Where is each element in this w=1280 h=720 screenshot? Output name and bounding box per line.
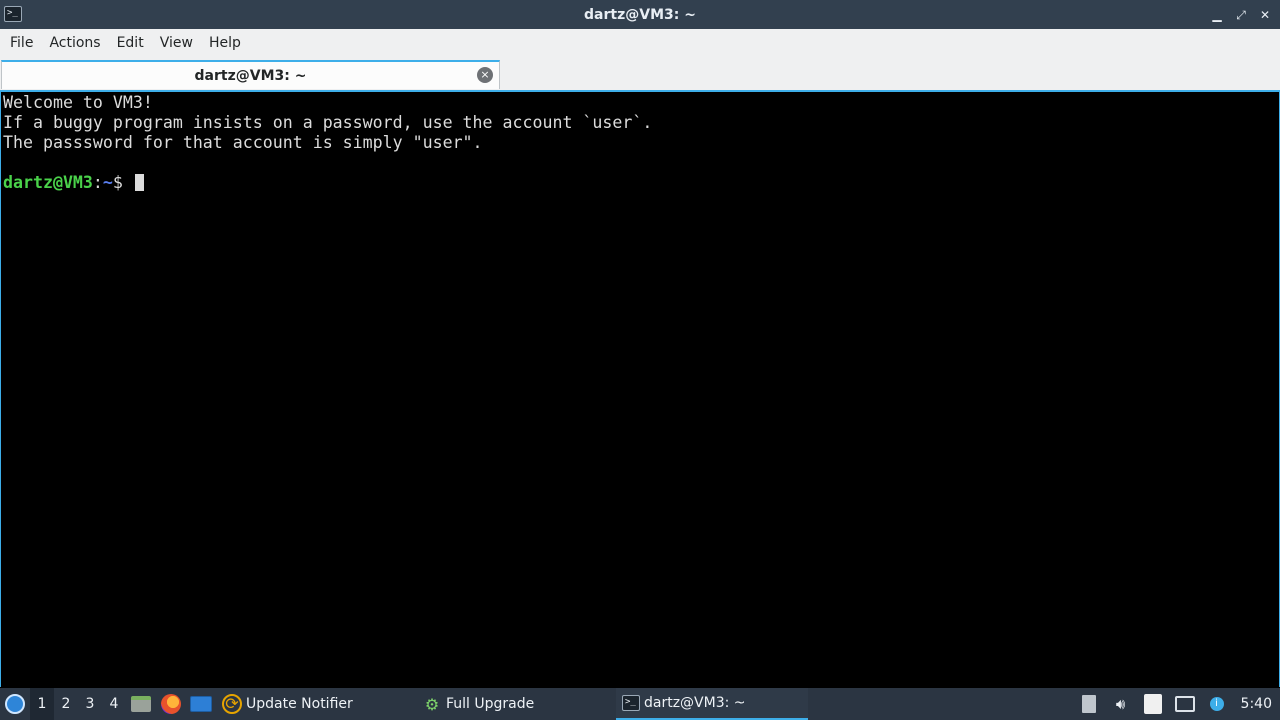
clock[interactable]: 5:40: [1233, 696, 1280, 712]
firefox-icon: [161, 694, 181, 714]
terminal-line: The passsword for that account is simply…: [3, 133, 483, 152]
system-tray: 🔊︎ i 5:40: [1073, 688, 1280, 720]
text-cursor: [134, 174, 144, 191]
task-label: dartz@VM3: ~: [644, 695, 746, 711]
menu-edit[interactable]: Edit: [109, 29, 152, 58]
terminal-line: If a buggy program insists on a password…: [3, 113, 653, 132]
terminal-prompt-line: dartz@VM3:~$: [3, 173, 1279, 193]
tab-terminal[interactable]: dartz@VM3: ~ ×: [1, 60, 500, 89]
update-notifier-icon: ⟳: [222, 694, 242, 714]
terminal-icon[interactable]: >_: [4, 6, 22, 22]
show-desktop-icon: [190, 696, 212, 712]
terminal-line: Welcome to VM3!: [3, 93, 153, 112]
show-desktop-launcher[interactable]: [186, 688, 216, 720]
close-button[interactable]: ✕: [1258, 8, 1272, 22]
maximize-button[interactable]: ⤢: [1234, 8, 1248, 22]
clipboard-icon[interactable]: [1137, 688, 1169, 720]
desktop-switch-1[interactable]: 1: [30, 688, 54, 720]
gear-icon: ⚙: [424, 694, 440, 714]
menu-bar: File Actions Edit View Help: [0, 29, 1280, 58]
prompt-separator: :: [92, 173, 103, 192]
file-manager-launcher[interactable]: [126, 688, 156, 720]
desktop-switch-2[interactable]: 2: [54, 688, 78, 720]
start-menu-icon: [5, 694, 25, 714]
taskbar: 1 2 3 4 ⟳ Update Notifier ⚙ Full Upgrade…: [0, 688, 1280, 720]
menu-help[interactable]: Help: [201, 29, 249, 58]
window-title: dartz@VM3: ~: [584, 6, 696, 23]
terminal-icon: >_: [622, 695, 640, 711]
menu-view[interactable]: View: [152, 29, 201, 58]
prompt-user: dartz@VM3: [3, 173, 93, 192]
firefox-launcher[interactable]: [156, 688, 186, 720]
tray-package-icon[interactable]: [1073, 688, 1105, 720]
tab-close-icon[interactable]: ×: [477, 67, 493, 83]
file-manager-icon: [131, 696, 151, 712]
notification-icon[interactable]: i: [1201, 688, 1233, 720]
task-terminal[interactable]: >_ dartz@VM3: ~: [616, 688, 808, 720]
start-menu-button[interactable]: [0, 688, 30, 720]
task-full-upgrade[interactable]: ⚙ Full Upgrade: [416, 688, 616, 720]
task-label: Update Notifier: [246, 696, 353, 712]
tab-bar: dartz@VM3: ~ ×: [0, 58, 1280, 90]
prompt-symbol: $: [112, 173, 133, 192]
volume-icon[interactable]: 🔊︎: [1105, 688, 1137, 720]
menu-actions[interactable]: Actions: [41, 29, 108, 58]
desktop-switch-4[interactable]: 4: [102, 688, 126, 720]
window-titlebar[interactable]: >_ dartz@VM3: ~ ▁ ⤢ ✕: [0, 0, 1280, 29]
task-label: Full Upgrade: [446, 696, 535, 712]
window-controls: ▁ ⤢ ✕: [1210, 0, 1272, 29]
tab-label: dartz@VM3: ~: [194, 67, 307, 84]
minimize-button[interactable]: ▁: [1210, 8, 1224, 22]
desktop-switch-3[interactable]: 3: [78, 688, 102, 720]
menu-file[interactable]: File: [2, 29, 41, 58]
task-update-notifier[interactable]: ⟳ Update Notifier: [216, 688, 416, 720]
network-icon[interactable]: [1169, 688, 1201, 720]
terminal-output[interactable]: Welcome to VM3! If a buggy program insis…: [0, 90, 1280, 687]
prompt-path: ~: [102, 173, 113, 192]
